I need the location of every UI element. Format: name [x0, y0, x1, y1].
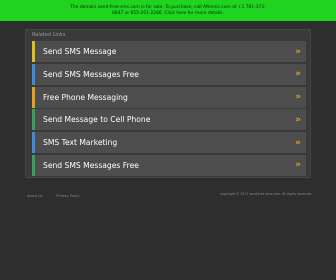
related-link-label[interactable]: Send Message to Cell Phone [43, 115, 150, 124]
related-link-label[interactable]: Send SMS Messages Free [43, 70, 139, 79]
related-link-6[interactable]: Send SMS Messages Free » [32, 154, 306, 176]
double-chevron-right-icon: » [295, 46, 301, 57]
related-link-3[interactable]: Free Phone Messaging » [32, 86, 306, 108]
panel-label: Related Links [32, 32, 66, 38]
privacy-policy-link[interactable]: Privacy Policy [56, 194, 79, 198]
double-chevron-right-icon: » [295, 92, 301, 103]
related-links-panel: Related Links Send SMS Message » Send SM… [25, 29, 311, 178]
related-link-label[interactable]: Send SMS Messages Free [43, 161, 139, 170]
related-link-label[interactable]: Free Phone Messaging [43, 93, 128, 102]
related-link-5[interactable]: SMS Text Marketing » [32, 132, 306, 154]
related-links-list: Send SMS Message » Send SMS Messages Fre… [32, 41, 306, 178]
sale-banner[interactable]: The domain send-free-sms.com is for sale… [0, 0, 336, 21]
footer-links: About Us Privacy Policy [27, 194, 79, 198]
related-link-2[interactable]: Send SMS Messages Free » [32, 63, 306, 85]
about-us-link[interactable]: About Us [27, 194, 42, 198]
double-chevron-right-icon: » [295, 160, 301, 171]
copyright-text: copyright © 2017 send-free-sms.com. All … [220, 192, 313, 196]
sale-banner-text[interactable]: The domain send-free-sms.com is for sale… [70, 5, 266, 16]
related-link-1[interactable]: Send SMS Message » [32, 41, 306, 62]
related-link-label[interactable]: SMS Text Marketing [43, 138, 117, 147]
related-link-4[interactable]: Send Message to Cell Phone » [32, 109, 306, 131]
double-chevron-right-icon: » [295, 114, 301, 125]
related-link-label[interactable]: Send SMS Message [43, 47, 116, 56]
double-chevron-right-icon: » [295, 137, 301, 148]
double-chevron-right-icon: » [295, 69, 301, 80]
